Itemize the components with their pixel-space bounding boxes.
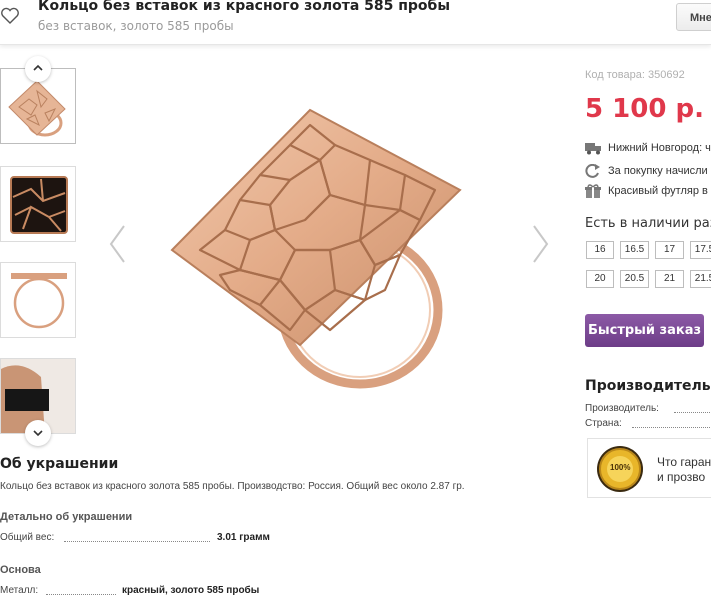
delivery-info: Нижний Новгород: ч	[585, 141, 711, 155]
my-account-button[interactable]: Мне	[676, 3, 711, 31]
size-option[interactable]: 17	[655, 241, 684, 259]
chevron-up-icon[interactable]	[25, 56, 51, 82]
manufacturer-label: Производитель:	[585, 403, 659, 414]
about-text: Кольцо без вставок из красного золота 58…	[0, 481, 465, 492]
product-title: Кольцо без вставок из красного золота 58…	[38, 0, 450, 14]
dotted-leader	[632, 427, 711, 428]
metal-label: Металл:	[0, 585, 39, 596]
details-title: Детально об украшении	[0, 511, 133, 523]
size-option[interactable]: 20	[586, 270, 614, 288]
gift-text: Красивый футляр в	[608, 184, 708, 197]
bonus-info: За покупку начисли	[585, 163, 708, 178]
thumbnail-ring-black[interactable]	[0, 166, 76, 242]
thumbnail-ring-side[interactable]	[0, 262, 76, 338]
weight-value: 3.01 грамм	[217, 532, 270, 543]
availability-title: Есть в наличии раз	[585, 216, 711, 231]
metal-value: красный, золото 585 пробы	[122, 585, 260, 596]
dotted-leader	[674, 412, 711, 413]
chevron-right-icon[interactable]	[530, 222, 552, 266]
gift-icon	[585, 184, 602, 198]
chevron-left-icon[interactable]	[106, 222, 128, 266]
thumbnail-strip	[0, 56, 80, 446]
weight-label: Общий вес:	[0, 532, 55, 543]
guarantee-seal-text: 100%	[610, 463, 631, 472]
size-option[interactable]: 21	[655, 270, 684, 288]
bonus-text: За покупку начисли	[608, 164, 708, 177]
product-main-image	[130, 90, 510, 420]
product-subtitle: без вставок, золото 585 пробы	[38, 19, 234, 33]
product-price: 5 100 р.	[585, 94, 704, 124]
guarantee-line-2: и прозво	[657, 470, 706, 484]
size-option[interactable]: 17.5	[690, 241, 711, 259]
size-option[interactable]: 16.5	[620, 241, 649, 259]
country-label: Страна:	[585, 418, 622, 429]
heart-icon[interactable]	[0, 7, 20, 25]
delivery-text: Нижний Новгород: ч	[608, 141, 711, 154]
size-option[interactable]: 21.5	[690, 270, 711, 288]
truck-icon	[585, 141, 602, 155]
dotted-leader	[46, 594, 116, 595]
gift-info: Красивый футляр в	[585, 184, 708, 198]
manufacturer-title: Производитель и	[585, 378, 711, 394]
dotted-leader	[64, 541, 210, 542]
size-option[interactable]: 16	[586, 241, 614, 259]
product-sku: Код товара: 350692	[585, 69, 685, 81]
refresh-icon	[585, 163, 602, 178]
size-option[interactable]: 20.5	[620, 270, 649, 288]
chevron-down-icon[interactable]	[25, 420, 51, 446]
guarantee-text[interactable]: Что гаран и прозво	[657, 455, 711, 485]
sticky-header: Кольцо без вставок из красного золота 58…	[0, 0, 711, 45]
quick-order-button[interactable]: Быстрый заказ	[585, 314, 704, 347]
guarantee-line-1: Что гаран	[657, 455, 711, 469]
basis-title: Основа	[0, 564, 41, 576]
about-title: Об украшении	[0, 456, 119, 472]
